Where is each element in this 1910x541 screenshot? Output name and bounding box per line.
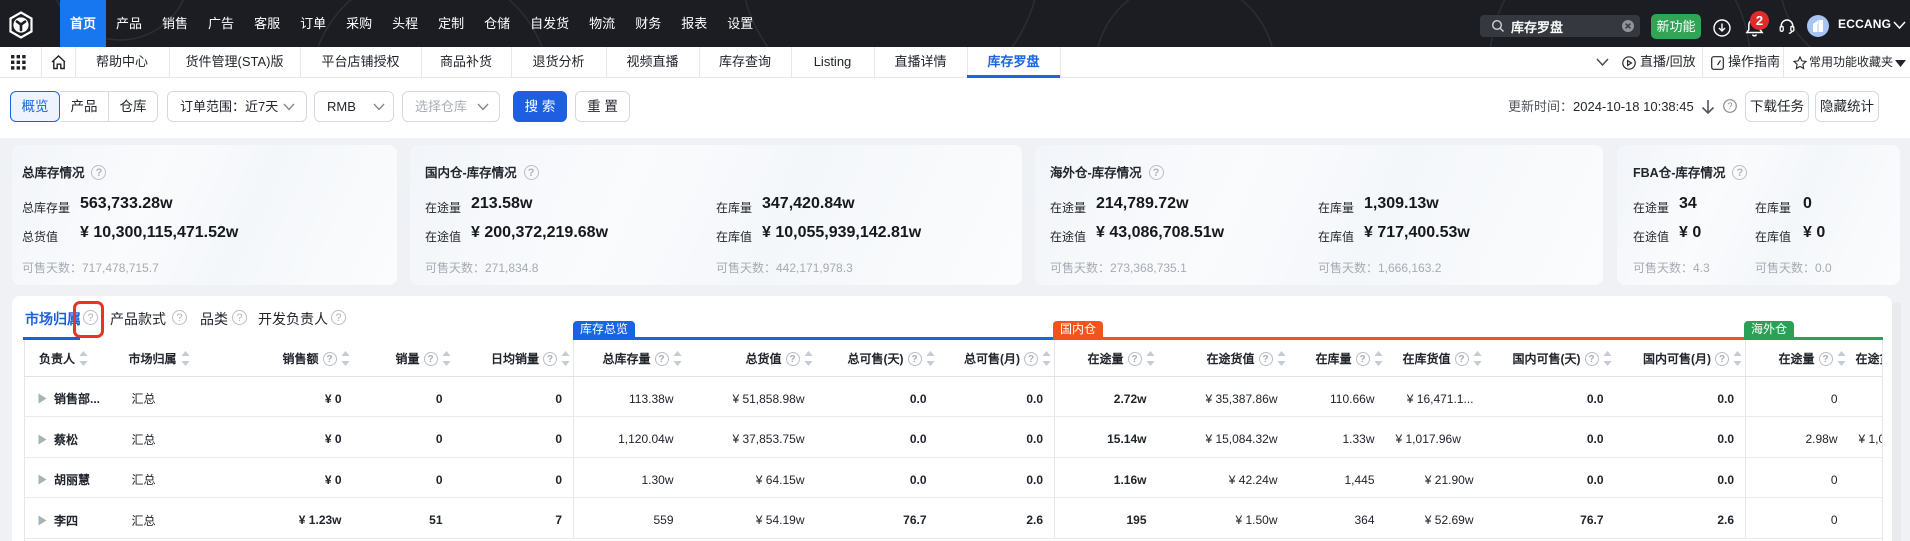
svg-text:?: ? (1727, 101, 1732, 111)
